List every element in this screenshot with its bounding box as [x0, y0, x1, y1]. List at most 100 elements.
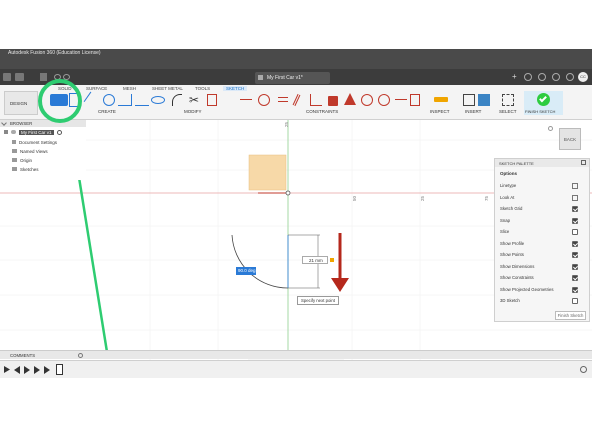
title-bar: Autodesk Fusion 360 (Education License) — [0, 49, 592, 69]
palette-checkbox[interactable] — [572, 206, 578, 212]
angle-input[interactable]: 90.0 deg — [236, 267, 256, 275]
palette-header[interactable]: SKETCH PALETTE — [495, 159, 589, 167]
play-icon[interactable] — [24, 366, 30, 374]
tab-mesh[interactable]: MESH — [123, 86, 136, 91]
profile-fill — [248, 154, 287, 191]
line-icon[interactable] — [83, 91, 101, 109]
offset-icon[interactable] — [207, 94, 217, 106]
symmetry-icon[interactable] — [410, 94, 420, 106]
tab-sketch[interactable]: SKETCH — [223, 86, 248, 91]
palette-row[interactable]: Show Points — [500, 250, 586, 261]
app-tab-bar: My First Car v1* + CC — [0, 69, 592, 85]
arc-icon[interactable] — [118, 94, 132, 106]
lock-icon[interactable] — [330, 258, 334, 262]
activate-radio-icon[interactable] — [56, 129, 62, 135]
palette-row[interactable]: Look At — [500, 193, 586, 204]
expand-icon[interactable] — [4, 130, 8, 134]
new-tab-icon[interactable]: + — [512, 73, 520, 81]
palette-checkbox[interactable] — [572, 263, 578, 270]
user-avatar[interactable]: CC — [578, 72, 588, 82]
palette-row[interactable]: Show Constraints — [500, 273, 586, 284]
insert-icon[interactable] — [463, 94, 475, 106]
viewcube[interactable]: BACK — [559, 128, 581, 150]
linetype-icon[interactable] — [572, 183, 578, 189]
tangent-icon[interactable] — [361, 94, 373, 106]
step-back-icon[interactable] — [14, 366, 20, 374]
trim-icon[interactable]: ✂ — [189, 93, 201, 107]
browser-item[interactable]: Sketches — [12, 165, 39, 173]
tab-surface[interactable]: SURFACE — [86, 86, 107, 91]
palette-checkbox[interactable] — [572, 240, 578, 247]
select-group-label[interactable]: SELECT — [499, 109, 517, 114]
options-section[interactable]: Options — [500, 171, 517, 176]
tab-sheet-metal[interactable]: SHEET METAL — [152, 86, 183, 91]
palette-row[interactable]: Sketch Grid — [500, 204, 586, 215]
dimension-input[interactable]: 21 mm — [302, 256, 328, 264]
measure-icon[interactable] — [434, 97, 448, 102]
finish-sketch-button[interactable]: FINISH SKETCH — [524, 91, 563, 115]
finish-sketch-palette-button[interactable]: Finish Sketch — [555, 311, 586, 320]
palette-expand-icon[interactable] — [581, 160, 586, 165]
insert-image-icon[interactable] — [478, 94, 490, 106]
insert-group-label[interactable]: INSERT — [465, 109, 481, 114]
perpendicular-icon[interactable] — [310, 94, 322, 106]
visibility-icon[interactable] — [11, 130, 16, 134]
horizontal-vertical-icon[interactable] — [344, 93, 356, 105]
palette-row[interactable]: Slice — [500, 227, 586, 238]
save-icon[interactable] — [40, 73, 47, 81]
palette-checkbox[interactable] — [572, 252, 578, 258]
palette-checkbox[interactable] — [572, 298, 578, 304]
palette-row[interactable]: 3D Sketch — [500, 296, 586, 307]
palette-checkbox[interactable] — [572, 275, 578, 281]
timeline-settings-icon[interactable] — [580, 366, 587, 373]
browser-item[interactable]: Named Views — [12, 147, 48, 155]
concentric-icon[interactable] — [378, 94, 390, 106]
collapse-icon[interactable] — [1, 120, 7, 126]
midpoint-icon[interactable] — [395, 99, 407, 100]
palette-checkbox[interactable] — [572, 229, 578, 235]
document-tab[interactable]: My First Car v1* — [255, 72, 330, 84]
create-group-label[interactable]: CREATE — [98, 109, 116, 114]
palette-row[interactable]: Linetype — [500, 181, 586, 192]
comments-bar[interactable]: COMMENTS — [0, 350, 592, 359]
browser-item[interactable]: Document Settings — [12, 138, 57, 146]
palette-checkbox[interactable] — [572, 217, 578, 224]
circle-icon[interactable] — [103, 94, 115, 106]
go-to-end-icon[interactable] — [44, 366, 50, 374]
workspace-switcher[interactable]: DESIGN — [4, 91, 38, 115]
ellipse-icon[interactable] — [151, 96, 165, 104]
jobs-icon[interactable] — [538, 73, 546, 81]
home-view-icon[interactable] — [548, 126, 553, 131]
timeline-marker[interactable] — [56, 364, 63, 375]
parallel-icon[interactable] — [292, 93, 301, 107]
select-icon[interactable] — [502, 94, 514, 106]
file-icon[interactable] — [15, 73, 24, 81]
palette-row[interactable]: Show Projected Geometries — [500, 285, 586, 296]
add-comment-icon[interactable] — [78, 353, 83, 358]
browser-header[interactable]: BROWSER — [0, 120, 86, 127]
constraints-group-label[interactable]: CONSTRAINTS — [306, 109, 338, 114]
collinear-icon[interactable] — [258, 94, 270, 106]
go-to-start-icon[interactable] — [4, 366, 10, 373]
tab-tools[interactable]: TOOLS — [195, 86, 210, 91]
browser-root-item[interactable]: My First Car v1 — [4, 128, 62, 136]
fix-icon[interactable] — [328, 96, 338, 106]
step-forward-icon[interactable] — [34, 366, 40, 374]
palette-checkbox[interactable] — [572, 286, 578, 293]
palette-row[interactable]: Show Dimensions — [500, 262, 586, 273]
browser-item[interactable]: Origin — [12, 156, 32, 164]
equal-icon[interactable] — [278, 97, 288, 102]
palette-row[interactable]: Show Profile — [500, 239, 586, 250]
fillet-icon[interactable] — [172, 94, 182, 106]
data-panel-icon[interactable] — [524, 73, 532, 81]
coincident-icon[interactable] — [240, 99, 252, 100]
polygon-icon[interactable] — [135, 94, 149, 106]
inspect-group-label[interactable]: INSPECT — [430, 109, 450, 114]
help-icon[interactable] — [566, 73, 574, 81]
look-at-icon[interactable] — [572, 194, 578, 201]
grid-menu-icon[interactable] — [3, 73, 11, 81]
sketch-palette: SKETCH PALETTE Options Linetype Look At Sk… — [494, 158, 590, 322]
modify-group-label[interactable]: MODIFY — [184, 109, 202, 114]
palette-row[interactable]: Snap — [500, 216, 586, 227]
notifications-icon[interactable] — [552, 73, 560, 81]
